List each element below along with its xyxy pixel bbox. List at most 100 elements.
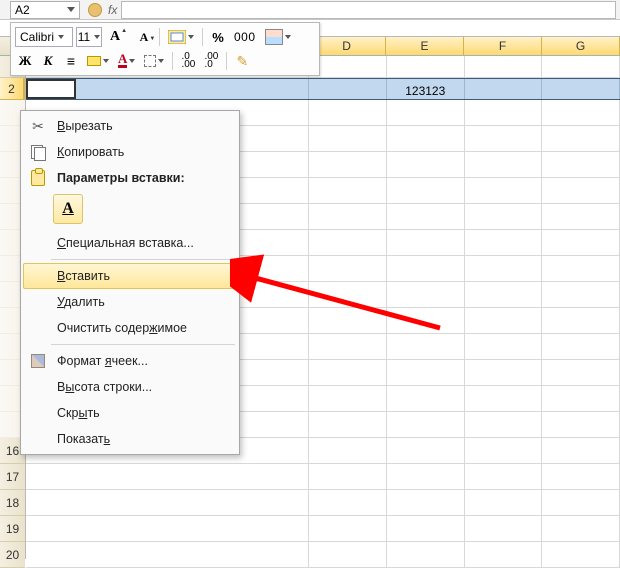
format-painter-button[interactable]: ✎ [232, 51, 252, 71]
chevron-down-icon [285, 35, 291, 39]
row-header-selected[interactable]: 2 [0, 78, 25, 100]
cell[interactable] [309, 79, 387, 99]
format-painter-icon: ✎ [237, 53, 249, 70]
formula-bar-row: A2 fx [0, 0, 620, 20]
row-header[interactable]: 20 [0, 542, 25, 568]
menu-label: Высота строки... [57, 379, 227, 395]
chevron-down-icon [103, 59, 109, 63]
font-size-value: 11 [78, 30, 90, 44]
italic-icon: К [44, 53, 53, 69]
mini-toolbar: Calibri 11 A A % 000 Ж К ≡ A .0.00 .00.0… [10, 22, 320, 76]
menu-label: Параметры вставки: [57, 170, 227, 186]
borders-icon [144, 55, 156, 67]
formula-bar-input[interactable] [121, 1, 616, 19]
column-header[interactable]: F [464, 37, 542, 55]
font-name-value: Calibri [20, 30, 54, 44]
separator [159, 28, 160, 46]
copy-icon [27, 145, 49, 159]
menu-label: Очистить содержимое [57, 320, 227, 336]
fill-color-button[interactable] [84, 51, 112, 71]
percent-format-button[interactable]: % [208, 27, 228, 47]
menu-hide[interactable]: Скрыть [23, 400, 237, 426]
increase-decimal-button[interactable]: .0.00 [178, 51, 198, 71]
comma-format-button[interactable]: 000 [231, 27, 259, 47]
grid-row-selected: 123123 [26, 78, 620, 100]
thousands-icon: 000 [234, 30, 256, 44]
font-size-combo[interactable]: 11 [76, 27, 102, 47]
cell[interactable] [542, 79, 620, 99]
chevron-down-icon [129, 59, 135, 63]
menu-unhide[interactable]: Показать [23, 426, 237, 452]
name-box[interactable]: A2 [10, 1, 80, 19]
menu-separator [51, 259, 235, 260]
menu-label: Удалить [57, 294, 227, 310]
insert-function-icon[interactable] [88, 3, 102, 17]
menu-paste-special[interactable]: Специальная вставка... [23, 230, 237, 256]
align-button[interactable]: ≡ [61, 51, 81, 71]
percent-icon: % [212, 30, 224, 45]
fx-label[interactable]: fx [108, 3, 117, 17]
bold-button[interactable]: Ж [15, 51, 35, 71]
fx-group: fx [88, 3, 117, 17]
menu-clear-contents[interactable]: Очистить содержимое [23, 315, 237, 341]
cell-with-value[interactable]: 123123 [387, 79, 465, 99]
row-header[interactable]: 18 [0, 490, 25, 516]
menu-delete[interactable]: Удалить [23, 289, 237, 315]
grid-row [26, 490, 620, 516]
scissors-icon: ✂ [27, 118, 49, 134]
paste-keep-formatting-button[interactable]: А [53, 194, 83, 224]
menu-label: Скрыть [57, 405, 227, 421]
increase-font-button[interactable]: A [105, 27, 125, 47]
increase-decimal-icon: .0.00 [181, 53, 195, 69]
separator [226, 52, 227, 70]
name-box-value: A2 [15, 3, 30, 17]
menu-label: Формат ячеек... [57, 353, 227, 369]
format-cells-icon [27, 354, 49, 368]
decrease-font-icon: A [140, 30, 149, 45]
menu-label: Копировать [57, 144, 227, 160]
bold-icon: Ж [19, 53, 32, 69]
clipboard-icon [27, 170, 49, 186]
font-name-combo[interactable]: Calibri [15, 27, 73, 47]
align-icon: ≡ [67, 53, 75, 69]
menu-format-cells[interactable]: Формат ячеек... [23, 348, 237, 374]
cell[interactable] [542, 56, 620, 77]
menu-copy[interactable]: Копировать [23, 139, 237, 165]
borders-button[interactable] [141, 51, 167, 71]
cell[interactable] [309, 56, 387, 77]
menu-label: Специальная вставка... [57, 235, 227, 251]
row-header[interactable]: 17 [0, 464, 25, 490]
italic-button[interactable]: К [38, 51, 58, 71]
cell[interactable] [465, 79, 543, 99]
decrease-font-button[interactable]: A [134, 27, 154, 47]
menu-cut[interactable]: ✂ Вырезать [23, 113, 237, 139]
chevron-down-icon [58, 35, 64, 39]
cell[interactable] [465, 56, 543, 77]
menu-insert[interactable]: Вставить [23, 263, 237, 289]
column-header[interactable]: E [386, 37, 464, 55]
active-cell[interactable] [26, 79, 76, 99]
chevron-down-icon [188, 35, 194, 39]
menu-row-height[interactable]: Высота строки... [23, 374, 237, 400]
row-context-menu: ✂ Вырезать Копировать Параметры вставки:… [20, 110, 240, 455]
column-header[interactable]: G [542, 37, 620, 55]
decrease-decimal-button[interactable]: .00.0 [201, 51, 221, 71]
separator [202, 28, 203, 46]
grid-row [26, 464, 620, 490]
cell[interactable] [76, 79, 309, 99]
font-color-button[interactable]: A [115, 51, 138, 71]
menu-label: Вставить [57, 268, 227, 284]
menu-separator [51, 344, 235, 345]
paste-chip-letter: А [62, 200, 74, 218]
chevron-down-icon[interactable] [67, 7, 75, 12]
fill-color-icon [87, 56, 101, 66]
menu-label: Вырезать [57, 118, 227, 134]
paste-options-row: А [23, 191, 237, 230]
row-header[interactable]: 19 [0, 516, 25, 542]
conditional-format-button[interactable] [262, 27, 294, 47]
cell[interactable] [387, 56, 465, 77]
merge-icon [168, 30, 186, 44]
grid-row [26, 516, 620, 542]
merge-cells-button[interactable] [165, 27, 197, 47]
separator [172, 52, 173, 70]
